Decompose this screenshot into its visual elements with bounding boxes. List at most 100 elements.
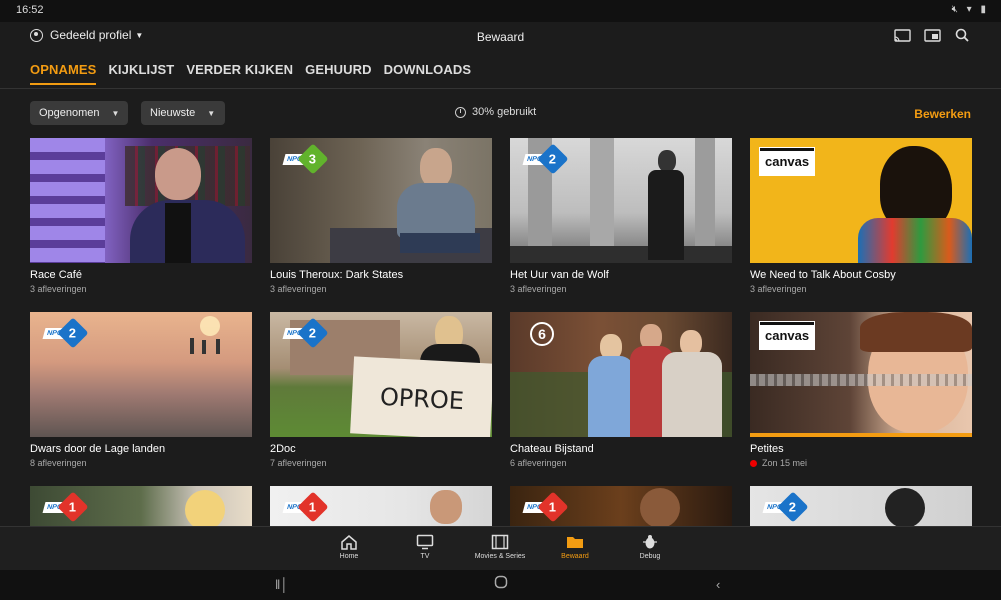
status-bar: 16:52 🔇︎ ▾ ▮ [0, 0, 1001, 22]
recording-card[interactable]: NPO 1 [270, 486, 492, 526]
card-subtitle: 3 afleveringen [750, 284, 807, 294]
nav-bewaard[interactable]: Bewaard [535, 533, 615, 560]
recording-card[interactable]: canvas We Need to Talk About Cosby 3 afl… [750, 138, 972, 294]
recording-card[interactable]: NPO 2 Dwars door de Lage landen 8 aflever… [30, 312, 252, 468]
npo2-logo: NPO 2 [282, 317, 329, 349]
thumbnail-npo2-d: NPO 2 [750, 486, 972, 526]
recording-dot-icon [750, 459, 757, 467]
cast-icon[interactable] [893, 28, 911, 42]
thumbnail-louis-theroux: NPO 3 [270, 138, 492, 263]
tab-kijklijst[interactable]: KIJKLIJST [108, 62, 174, 85]
card-title: Chateau Bijstand [510, 443, 594, 455]
card-subtitle: 6 afleveringen [510, 458, 567, 468]
rtl6-logo: 6 [530, 322, 554, 346]
tab-verder-kijken[interactable]: VERDER KIJKEN [186, 62, 293, 85]
nav-tv-label: TV [420, 553, 430, 560]
npo1-logo: NPO 1 [42, 491, 89, 523]
tab-opnames[interactable]: OPNAMES [30, 62, 97, 85]
thumbnail-chateau-bijstand: 6 [510, 312, 732, 437]
recording-card[interactable]: OPROE NPO 2 2Doc 7 afleveringen [270, 312, 492, 468]
folder-icon [535, 533, 615, 551]
tv-icon [385, 533, 465, 551]
tab-downloads[interactable]: DOWNLOADS [384, 62, 472, 85]
card-title: Petites [750, 443, 784, 455]
card-title: Het Uur van de Wolf [510, 269, 609, 281]
status-time: 16:52 [16, 4, 44, 16]
nav-movies-series-label: Movies & Series [474, 553, 526, 560]
thumbnail-npo1-b: NPO 1 [270, 486, 492, 526]
chevron-down-icon: ▼ [207, 108, 216, 118]
thumbnail-petites: canvas [750, 312, 972, 437]
recent-apps-icon[interactable]: ‖│ [275, 577, 289, 592]
recording-card[interactable]: 6 Chateau Bijstand 6 afleveringen [510, 312, 732, 468]
storage-usage-label: 30% gebruikt [472, 106, 537, 118]
system-navigation-bar: ‖│ ‹ [0, 570, 1001, 600]
recording-card[interactable]: Race Café 3 afleveringen [30, 138, 252, 294]
card-subtitle: 3 afleveringen [510, 284, 567, 294]
tab-bar: OPNAMES KIJKLIJST VERDER KIJKEN GEHUURD … [30, 62, 471, 85]
order-dropdown-label: Nieuwste [150, 107, 196, 119]
recording-card[interactable]: NPO 1 [30, 486, 252, 526]
recording-card[interactable]: NPO 3 Louis Theroux: Dark States 3 afleve… [270, 138, 492, 294]
thumbnail-dwars-door-de-lage-landen: NPO 2 [30, 312, 252, 437]
recording-card[interactable]: canvas Petites Zon 15 mei [750, 312, 972, 468]
search-icon[interactable] [953, 28, 971, 42]
wifi-icon: ▾ [966, 4, 975, 15]
storage-usage: 30% gebruikt [455, 106, 536, 118]
edit-button[interactable]: Bewerken [914, 107, 971, 121]
npo2-logo: NPO 2 [522, 143, 569, 175]
thumbnail-uur-van-de-wolf: NPO 2 [510, 138, 732, 263]
protest-sign-text: OPROE [379, 382, 465, 415]
recording-card[interactable]: NPO 2 Het Uur van de Wolf 3 afleveringen [510, 138, 732, 294]
card-subtitle: 7 afleveringen [270, 458, 327, 468]
nav-home[interactable]: Home [309, 533, 389, 560]
thumbnail-cosby: canvas [750, 138, 972, 263]
npo2-logo: NPO 2 [42, 317, 89, 349]
nav-home-label: Home [339, 553, 359, 560]
back-icon[interactable]: ‹ [716, 577, 720, 592]
clock-icon [455, 106, 466, 118]
sort-dropdown-label: Opgenomen [39, 107, 100, 119]
home-circle-icon[interactable] [494, 575, 508, 592]
npo1-logo: NPO 1 [282, 491, 329, 523]
card-subtitle: 8 afleveringen [30, 458, 87, 468]
bug-icon [610, 533, 690, 551]
tv-remote-icon[interactable] [923, 28, 941, 42]
npo2-logo: NPO 2 [762, 491, 809, 523]
order-dropdown[interactable]: Nieuwste ▼ [141, 101, 225, 125]
thumbnail-npo1-a: NPO 1 [30, 486, 252, 526]
nav-movies-series[interactable]: Movies & Series [460, 533, 540, 560]
film-icon [460, 533, 540, 551]
filter-bar: Opgenomen ▼ Nieuwste ▼ [30, 101, 225, 125]
recording-card[interactable]: NPO 1 [510, 486, 732, 526]
npo3-logo: NPO 3 [282, 143, 329, 175]
recordings-grid: Race Café 3 afleveringen NPO 3 Louis Ther… [30, 138, 972, 526]
page-title: Bewaard [476, 30, 525, 44]
recording-card[interactable]: NPO 2 [750, 486, 972, 526]
card-title: We Need to Talk About Cosby [750, 269, 896, 281]
thumbnail-npo1-c: NPO 1 [510, 486, 732, 526]
nav-bewaard-label: Bewaard [561, 553, 589, 560]
nav-debug-label: Debug [639, 553, 661, 560]
card-subtitle: Zon 15 mei [750, 458, 972, 468]
status-icons: 🔇︎ ▾ ▮ [952, 4, 989, 15]
home-icon [309, 533, 389, 551]
nav-debug[interactable]: Debug [610, 533, 690, 560]
battery-icon: ▮ [980, 4, 989, 15]
thumbnail-race-cafe [30, 138, 252, 263]
npo1-logo: NPO 1 [522, 491, 569, 523]
card-title: Race Café [30, 269, 82, 281]
canvas-logo: canvas [758, 147, 816, 176]
bottom-navigation: Home TV Movies & Series Bewaard Debug [0, 526, 1001, 571]
thumbnail-2doc: OPROE NPO 2 [270, 312, 492, 437]
card-subtitle: 3 afleveringen [30, 284, 87, 294]
nav-tv[interactable]: TV [385, 533, 465, 560]
card-title: 2Doc [270, 443, 296, 455]
card-title: Louis Theroux: Dark States [270, 269, 404, 281]
tabs-divider [0, 88, 1001, 89]
sort-dropdown[interactable]: Opgenomen ▼ [30, 101, 128, 125]
tab-gehuurd[interactable]: GEHUURD [305, 62, 371, 85]
card-subtitle: 3 afleveringen [270, 284, 327, 294]
canvas-logo: canvas [758, 321, 816, 350]
mute-icon: 🔇︎ [951, 4, 961, 15]
